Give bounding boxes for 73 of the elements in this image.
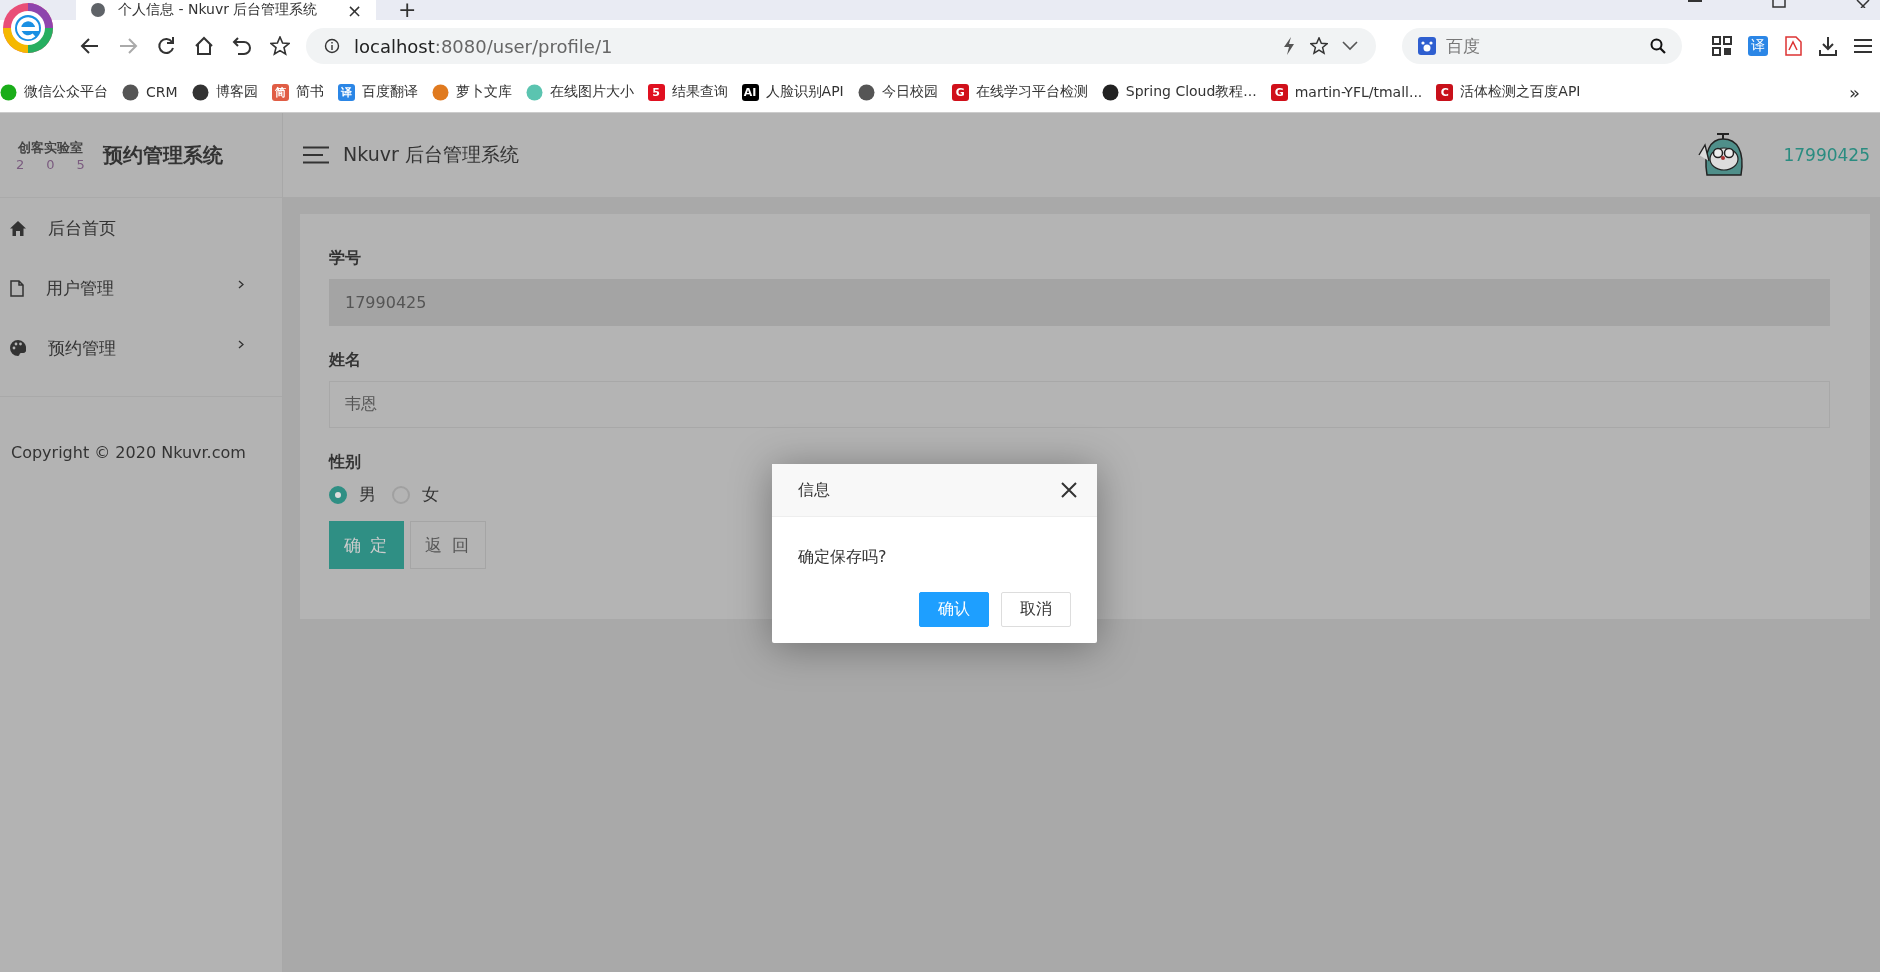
bookmark-item[interactable]: AI 人脸识别API — [741, 83, 844, 101]
menu-icon[interactable] — [303, 146, 329, 164]
radio-circle[interactable] — [329, 485, 347, 504]
star-icon[interactable] — [270, 36, 290, 56]
search-bar[interactable]: 百度 — [1402, 28, 1682, 64]
tab-close-button[interactable]: × — [346, 0, 362, 21]
star-icon[interactable] — [1310, 37, 1328, 55]
bookmark-item[interactable]: 今日校园 — [857, 83, 938, 101]
dialog-title: 信息 — [798, 479, 830, 501]
cancel-button[interactable]: 取消 — [1001, 592, 1071, 627]
field-label: 姓名 — [329, 350, 361, 371]
minimize-icon[interactable] — [1688, 0, 1702, 4]
bookmark-item[interactable]: 5 结果查询 — [647, 83, 728, 101]
bookmark-item[interactable]: 译 百度翻译 — [337, 83, 418, 101]
reload-icon[interactable] — [156, 36, 176, 56]
bookmark-item[interactable]: 简 简书 — [271, 83, 324, 101]
undo-icon[interactable] — [232, 36, 252, 56]
download-icon[interactable] — [1818, 36, 1838, 56]
bookmarks-overflow-button[interactable]: » — [1849, 81, 1874, 103]
search-input[interactable]: 百度 — [1444, 35, 1642, 57]
new-tab-button[interactable]: + — [398, 0, 417, 20]
tab-title: 个人信息 - Nkuvr 后台管理系统 — [118, 1, 319, 19]
paw-icon — [1418, 37, 1436, 55]
bookmark-icon: G — [951, 83, 969, 101]
bookmark-item[interactable]: G martin-YFL/tmall... — [1270, 83, 1423, 101]
bookmark-item[interactable]: 在线图片大小 — [525, 83, 634, 101]
back-icon[interactable] — [80, 36, 100, 56]
menu-item[interactable]: 后台首页 — [0, 198, 282, 258]
bookmark-icon: AI — [741, 83, 759, 101]
field-label: 学号 — [329, 248, 361, 269]
bookmark-item[interactable]: G 在线学习平台检测 — [951, 83, 1088, 101]
home-icon — [10, 220, 26, 236]
app-title: 预约管理系统 — [102, 141, 223, 169]
bookmark-icon: 5 — [647, 83, 665, 101]
copyright-text: Copyright © 2020 Nkuvr.com — [10, 442, 247, 464]
pdf-icon[interactable] — [1784, 36, 1802, 56]
lab-logo: 创客实验室 2 0 5 — [16, 138, 85, 172]
lightning-icon[interactable] — [1282, 37, 1296, 55]
url-text: localhost:8080/user/profile/1 — [354, 35, 613, 57]
bookmark-item[interactable]: 博客园 — [191, 83, 258, 101]
bookmark-item[interactable]: Spring Cloud教程... — [1101, 83, 1257, 101]
close-icon[interactable] — [1061, 482, 1077, 498]
home-icon[interactable] — [194, 36, 214, 56]
bookmark-item[interactable]: CRM — [122, 83, 178, 101]
text-input[interactable]: 韦恩 — [329, 381, 1830, 428]
bookmark-item[interactable]: C 活体检测之百度API — [1436, 83, 1581, 101]
radio-option[interactable]: 女 — [392, 483, 439, 506]
bookmark-icon: G — [1270, 83, 1288, 101]
dialog-message: 确定保存吗? — [797, 546, 888, 568]
field-label: 性别 — [329, 452, 361, 473]
qr-code-icon[interactable] — [1712, 36, 1732, 56]
chevron-down-icon[interactable] — [1342, 41, 1358, 51]
radio-option[interactable]: 男 — [329, 483, 376, 506]
document-icon — [10, 279, 24, 297]
menu-icon[interactable] — [1854, 38, 1872, 54]
palette-icon — [10, 340, 26, 356]
search-icon[interactable] — [1650, 38, 1666, 54]
bookmark-icon: 译 — [337, 83, 355, 101]
bookmark-icon: 简 — [271, 83, 289, 101]
maximize-icon[interactable] — [1772, 0, 1786, 8]
bookmark-item[interactable]: 萝卜文库 — [431, 83, 512, 101]
address-bar[interactable]: localhost:8080/user/profile/1 — [306, 28, 1376, 64]
bookmark-icon: C — [1436, 83, 1454, 101]
back-button[interactable]: 返 回 — [410, 521, 486, 569]
menu-item[interactable]: 用户管理 — [0, 258, 282, 318]
translate-button[interactable]: 译 — [1748, 36, 1768, 56]
close-icon[interactable] — [1856, 0, 1870, 8]
browser-tab[interactable]: 个人信息 - Nkuvr 后台管理系统 × — [76, 0, 376, 20]
header-title: Nkuvr 后台管理系统 — [343, 142, 519, 167]
menu-item[interactable]: 预约管理 — [0, 318, 282, 378]
globe-icon — [90, 2, 106, 18]
bookmark-item[interactable]: 微信公众平台 — [0, 83, 108, 101]
info-icon — [324, 38, 340, 54]
